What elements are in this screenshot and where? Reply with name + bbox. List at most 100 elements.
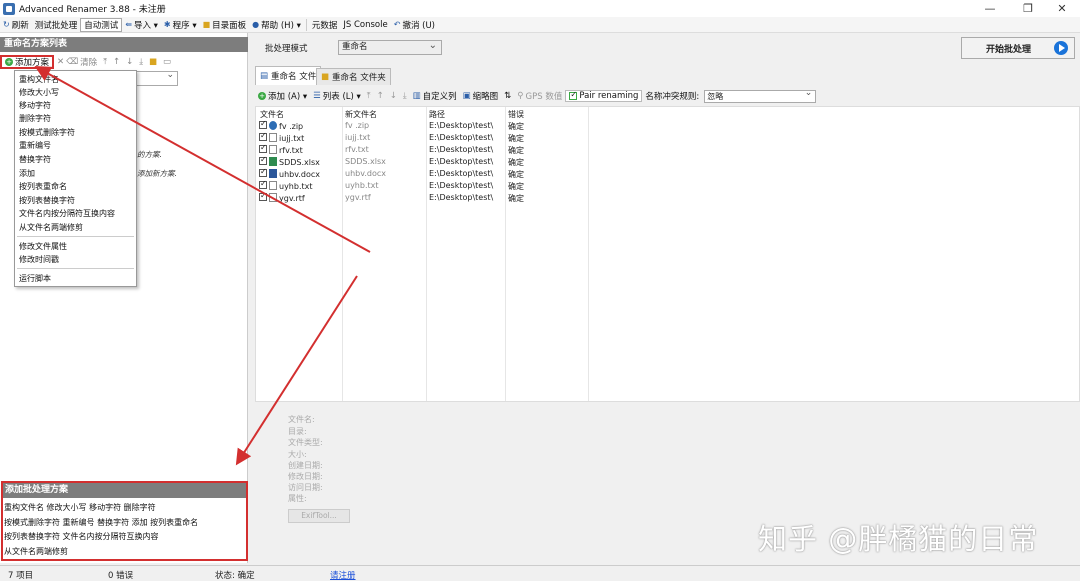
dropdown-item[interactable]: 按列表替换字符	[19, 195, 75, 206]
dropdown-item[interactable]: 添加	[19, 168, 35, 179]
column-header-path[interactable]: 路径	[429, 109, 445, 120]
move-up-button[interactable]: ↑	[110, 55, 123, 69]
sort-button[interactable]: ⇅	[501, 91, 514, 101]
column-header-error[interactable]: 错误	[508, 109, 524, 120]
dropdown-item[interactable]: 重新编号	[19, 140, 51, 151]
rtf-file-icon	[269, 193, 277, 202]
table-row[interactable]: fv .zip fv .zip E:\Desktop\test\ 确定	[256, 119, 1080, 132]
window-title: Advanced Renamer 3.88 - 未注册	[19, 5, 166, 15]
move-down-button[interactable]: ↓	[387, 91, 400, 101]
dropdown-item[interactable]: 移动字符	[19, 100, 51, 111]
save-preset-button[interactable]: ▭	[160, 55, 174, 69]
gps-label: GPS 数值	[525, 92, 563, 102]
add-files-button[interactable]: + 添加 (A) ▾	[255, 90, 310, 102]
move-top-button[interactable]: ⤒	[100, 55, 110, 69]
dropdown-item[interactable]: 替换字符	[19, 154, 51, 165]
register-link[interactable]: 请注册	[330, 569, 356, 581]
move-bottom-button[interactable]: ⤓	[400, 91, 410, 101]
row-path: E:\Desktop\test\	[429, 193, 494, 202]
row-checkbox[interactable]	[259, 191, 267, 201]
dropdown-item[interactable]: 修改时间戳	[19, 254, 59, 265]
hint-text-2: 添加新方案.	[137, 169, 177, 178]
batch-mode-label: 批处理模式	[265, 44, 308, 54]
column-header-newname[interactable]: 新文件名	[345, 109, 377, 120]
row-checkbox[interactable]	[259, 119, 267, 129]
list-button[interactable]: ☰ 列表 (L) ▾	[310, 90, 364, 102]
add-method-button[interactable]: + 添加方案	[0, 55, 55, 69]
dropdown-item[interactable]: 按列表重命名	[19, 181, 67, 192]
method-link-line[interactable]: 从文件名两端修剪	[4, 546, 68, 557]
table-row[interactable]: SDDS.xlsx SDDS.xlsx E:\Desktop\test\ 确定	[256, 155, 1080, 168]
menu-folder-panel[interactable]: ■ 目录面板	[200, 18, 250, 32]
tab-rename-folders[interactable]: ■ 重命名 文件夹	[316, 68, 391, 85]
close-button[interactable]: ✕	[1044, 0, 1080, 17]
conflict-rule-select[interactable]: 忽略	[704, 88, 817, 103]
table-row[interactable]: uyhb.txt uyhb.txt E:\Desktop\test\ 确定	[256, 179, 1080, 192]
dropdown-item[interactable]: 从文件名两端修剪	[19, 222, 83, 233]
row-checkbox[interactable]	[259, 179, 267, 189]
info-label-modified: 修改日期:	[288, 472, 323, 481]
info-label-filename: 文件名:	[288, 415, 315, 424]
minimize-button[interactable]: —	[972, 0, 1008, 17]
delete-method-button[interactable]: ✕ ⌫ 清除	[54, 55, 100, 69]
pair-renaming-toggle[interactable]: Pair renaming	[565, 90, 643, 102]
dropdown-item[interactable]: 修改大小写	[19, 87, 59, 98]
row-filename: SDDS.xlsx	[259, 155, 320, 167]
row-checkbox[interactable]	[259, 143, 267, 153]
arrow-up-icon: ↑	[112, 57, 121, 67]
row-filename: rfv.txt	[259, 143, 303, 155]
dropdown-item[interactable]: 运行脚本	[19, 273, 51, 284]
row-path: E:\Desktop\test\	[429, 157, 494, 166]
table-row[interactable]: ygv.rtf ygv.rtf E:\Desktop\test\ 确定	[256, 191, 1080, 204]
method-link-line[interactable]: 按列表替换字符 文件名内按分隔符互换内容	[4, 531, 159, 542]
menu-undo[interactable]: ↶ 撤消 (U)	[391, 18, 438, 32]
menu-js-console[interactable]: JS Console	[340, 18, 390, 32]
move-down-button[interactable]: ↓	[123, 55, 136, 69]
move-bottom-button[interactable]: ⤓	[136, 55, 146, 69]
custom-columns-button[interactable]: ▥ 自定义列	[410, 90, 460, 102]
filename-text: iujj.txt	[279, 134, 305, 143]
move-up-button[interactable]: ↑	[374, 91, 387, 101]
menu-refresh[interactable]: ↻ 刷新	[0, 18, 32, 32]
exiftool-button[interactable]: ExifTool...	[288, 509, 350, 523]
status-state: 状态: 确定	[215, 571, 255, 581]
menu-help[interactable]: ● 帮助 (H) ▾	[249, 18, 304, 32]
maximize-button[interactable]: ❐	[1010, 0, 1046, 17]
tab-rename-files[interactable]: ▤ 重命名 文件	[255, 66, 322, 85]
start-batch-button[interactable]: 开始批处理	[961, 37, 1075, 59]
move-top-button[interactable]: ⤒	[364, 91, 374, 101]
dropdown-item[interactable]: 修改文件属性	[19, 241, 67, 252]
help-icon: ●	[252, 20, 260, 29]
menu-test-batch[interactable]: 测试批处理	[32, 18, 81, 32]
dropdown-item[interactable]: 按模式删除字符	[19, 127, 75, 138]
dropdown-item[interactable]: 文件名内按分隔符互换内容	[19, 208, 115, 219]
method-link-line[interactable]: 按模式删除字符 重新编号 替换字符 添加 按列表重命名	[4, 517, 198, 528]
table-row[interactable]: uhbv.docx uhbv.docx E:\Desktop\test\ 确定	[256, 167, 1080, 180]
row-checkbox[interactable]	[259, 131, 267, 141]
row-checkbox[interactable]	[259, 155, 267, 165]
filename-text: ygv.rtf	[279, 194, 305, 203]
menu-metadata[interactable]: 元数据	[309, 18, 341, 32]
row-error: 确定	[508, 182, 524, 191]
menu-program[interactable]: ✱ 程序 ▾	[161, 18, 200, 32]
pin-icon: ⚲	[517, 91, 524, 101]
table-row[interactable]: rfv.txt rfv.txt E:\Desktop\test\ 确定	[256, 143, 1080, 156]
file-list: 文件名 新文件名 路径 错误 fv .zip fv .zip E:\Deskto…	[255, 106, 1080, 402]
row-newname: iujj.txt	[345, 133, 371, 142]
table-row[interactable]: iujj.txt iujj.txt E:\Desktop\test\ 确定	[256, 131, 1080, 144]
preset-combo[interactable]	[132, 70, 178, 86]
txt-file-icon	[269, 145, 277, 154]
dropdown-item[interactable]: 删除字符	[19, 113, 51, 124]
row-checkbox[interactable]	[259, 167, 267, 177]
menu-import[interactable]: ⇚ 导入 ▾	[122, 18, 161, 32]
thumbnails-button[interactable]: ▣ 缩略图	[460, 90, 502, 102]
method-link-line[interactable]: 重构文件名 修改大小写 移动字符 删除字符	[4, 502, 156, 513]
menu-auto-test[interactable]: 自动测试	[80, 17, 123, 32]
gps-button[interactable]: ⚲ GPS 数值	[514, 90, 565, 102]
open-preset-button[interactable]: ■	[146, 55, 160, 69]
batch-mode-select[interactable]: 重命名	[338, 39, 442, 55]
dropdown-item[interactable]: 重构文件名	[19, 74, 59, 85]
menu-label: 导入 ▾	[133, 20, 158, 31]
move-bottom-icon: ⤓	[139, 57, 143, 67]
row-newname: ygv.rtf	[345, 193, 371, 202]
